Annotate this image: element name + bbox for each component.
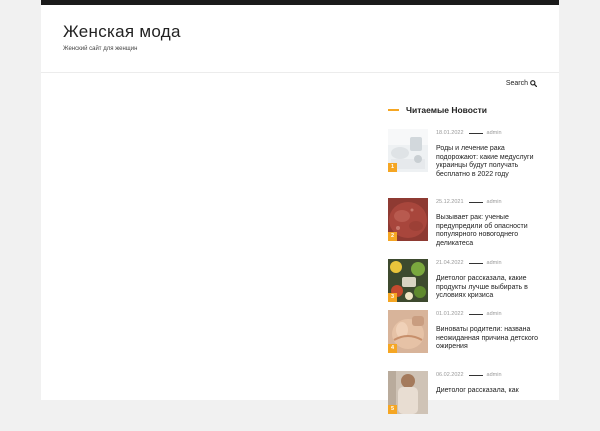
post-title-link[interactable]: Вызывает рак: ученые предупредили об опа… (436, 214, 540, 248)
meta-separator (468, 374, 483, 376)
post-thumbnail[interactable]: 1 (388, 129, 428, 172)
search-label: Search (505, 80, 528, 87)
popular-post: 4 01.01.2022 admin Виноваты родители: на… (388, 310, 558, 370)
meta-separator (468, 313, 483, 315)
post-thumbnail[interactable]: 4 (388, 310, 428, 353)
post-meta: 21.04.2022 admin (436, 260, 502, 266)
post-title-link[interactable]: Виноваты родители: названа неожиданная п… (436, 326, 540, 352)
widget-accent-bar (388, 109, 399, 111)
post-thumbnail[interactable]: 5 (388, 371, 428, 414)
post-rank-badge: 5 (388, 405, 397, 414)
page-container: Женская мода Женский сайт для женщин Sea… (41, 0, 559, 414)
widget-header: Читаемые Новости (388, 105, 487, 115)
search-icon (530, 80, 537, 87)
post-date: 01.01.2022 (436, 311, 464, 317)
post-meta: 25.12.2021 admin (436, 199, 502, 205)
post-date: 06.02.2022 (436, 372, 464, 378)
post-rank-badge: 4 (388, 344, 397, 353)
post-author[interactable]: admin (487, 311, 502, 317)
popular-post: 2 25.12.2021 admin Вызывает рак: ученые … (388, 198, 558, 258)
post-date: 25.12.2021 (436, 199, 464, 205)
site-description: Женский сайт для женщин (63, 46, 138, 52)
post-meta: 06.02.2022 admin (436, 372, 502, 378)
meta-separator (468, 262, 483, 264)
top-bar (41, 0, 559, 5)
meta-separator (468, 132, 483, 134)
popular-post: 1 18.01.2022 admin Роды и лечение рака п… (388, 129, 558, 189)
widget-title: Читаемые Новости (406, 105, 487, 115)
post-meta: 01.01.2022 admin (436, 311, 502, 317)
post-rank-badge: 3 (388, 293, 397, 302)
post-author[interactable]: admin (487, 199, 502, 205)
post-title-link[interactable]: Роды и лечение рака подорожают: какие ме… (436, 145, 540, 179)
site-title[interactable]: Женская мода (63, 22, 181, 42)
header-divider (41, 72, 559, 73)
post-author[interactable]: admin (487, 260, 502, 266)
post-title-link[interactable]: Диетолог рассказала, как (436, 387, 540, 396)
post-thumbnail[interactable]: 2 (388, 198, 428, 241)
popular-post: 5 06.02.2022 admin Диетолог рассказала, … (388, 371, 558, 431)
post-date: 21.04.2022 (436, 260, 464, 266)
post-title-link[interactable]: Диетолог рассказала, какие продукты лучш… (436, 275, 540, 301)
post-rank-badge: 1 (388, 163, 397, 172)
meta-separator (468, 201, 483, 203)
post-date: 18.01.2022 (436, 130, 464, 136)
search-button[interactable]: Search (506, 80, 537, 87)
post-thumbnail[interactable]: 3 (388, 259, 428, 302)
post-author[interactable]: admin (487, 130, 502, 136)
post-rank-badge: 2 (388, 232, 397, 241)
post-author[interactable]: admin (487, 372, 502, 378)
post-meta: 18.01.2022 admin (436, 130, 502, 136)
